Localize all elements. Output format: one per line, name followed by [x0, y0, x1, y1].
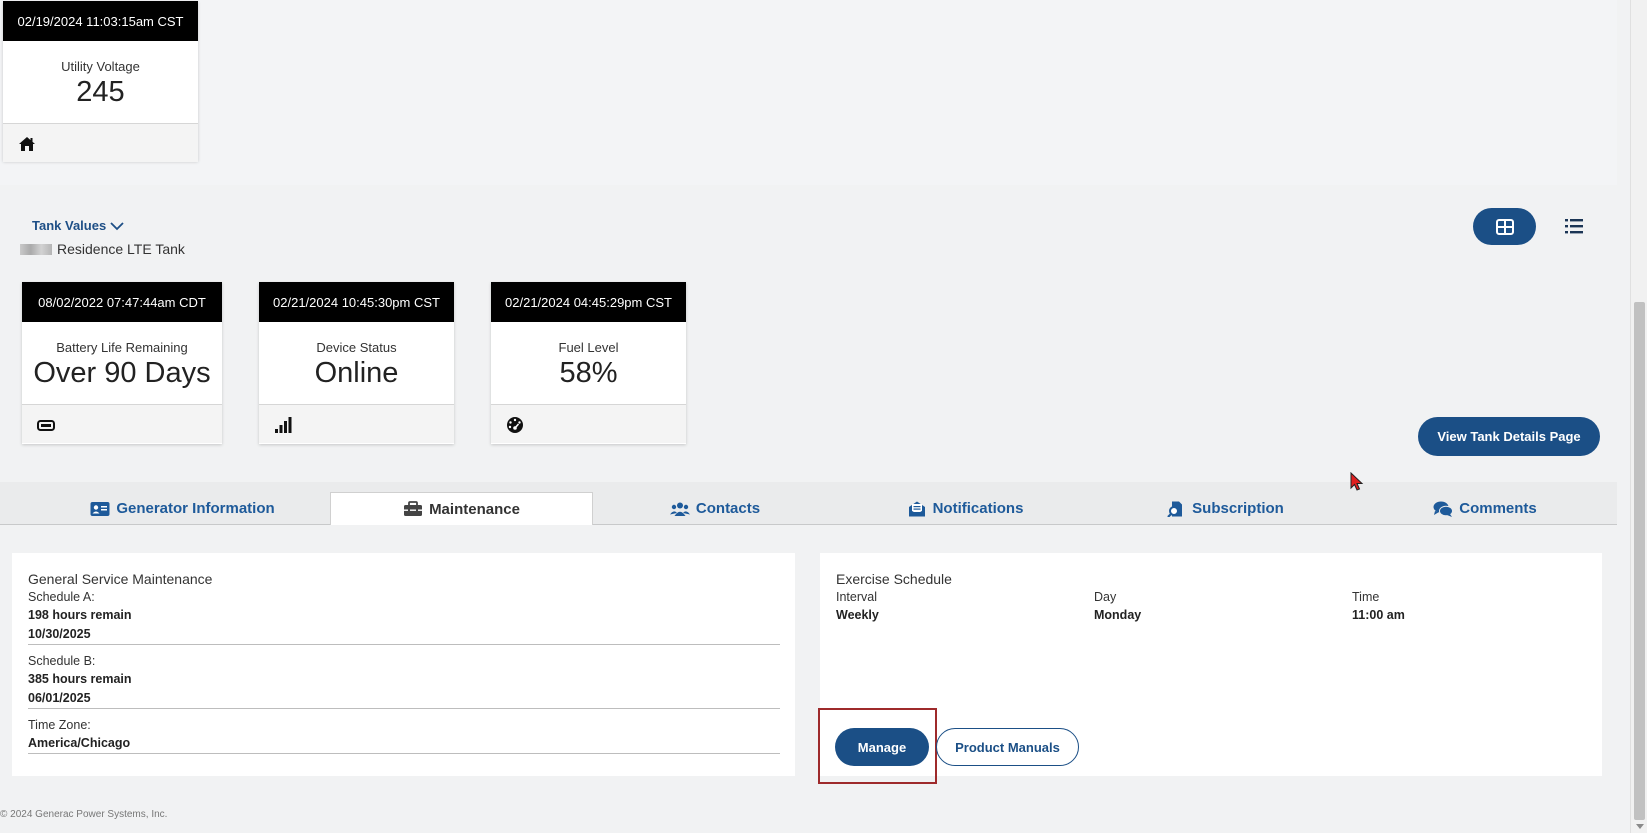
divider: [28, 644, 780, 645]
tank-values-toggle[interactable]: Tank Values: [32, 218, 124, 233]
tab-label: Maintenance: [429, 500, 520, 518]
chevron-down-icon: [110, 221, 124, 230]
vertical-scrollbar[interactable]: [1630, 0, 1647, 833]
interval-field: Interval Weekly: [836, 590, 879, 622]
time-field: Time 11:00 am: [1352, 590, 1405, 622]
home-icon: [19, 137, 35, 151]
fuel-level-card: 02/21/2024 04:45:29pm CST Fuel Level 58%: [491, 282, 686, 444]
divider: [28, 708, 780, 709]
schedule-a-date: 10/30/2025: [28, 627, 91, 641]
id-card-icon: [90, 501, 110, 516]
tank-name: Residence LTE Tank: [20, 241, 185, 257]
card-label: Device Status: [316, 340, 397, 355]
gauge-icon: [507, 417, 523, 433]
schedule-b-label: Schedule B:: [28, 654, 96, 668]
card-timestamp: 02/19/2024 11:03:15am CST: [3, 1, 198, 41]
list-view-icon[interactable]: [1564, 216, 1584, 236]
panel-title: General Service Maintenance: [28, 571, 213, 587]
card-footer: [259, 404, 454, 443]
redacted-block: [20, 243, 52, 255]
general-service-maintenance-panel: General Service Maintenance Schedule A: …: [12, 553, 795, 776]
tank-name-label: Residence LTE Tank: [57, 241, 185, 257]
device-status-card: 02/21/2024 10:45:30pm CST Device Status …: [259, 282, 454, 444]
view-tank-details-button[interactable]: View Tank Details Page: [1418, 417, 1600, 456]
status-cards-area: 02/19/2024 11:03:15am CST Utility Voltag…: [0, 0, 1617, 185]
card-label: Utility Voltage: [61, 59, 140, 74]
utility-voltage-card: 02/19/2024 11:03:15am CST Utility Voltag…: [3, 1, 198, 162]
users-icon: [669, 502, 690, 516]
day-value: Monday: [1094, 608, 1142, 622]
scroll-down-arrow-icon[interactable]: [1636, 824, 1644, 829]
card-value: 245: [76, 76, 125, 108]
tab-comments[interactable]: Comments: [1390, 492, 1580, 525]
tab-label: Comments: [1459, 500, 1537, 517]
tab-label: Subscription: [1192, 500, 1284, 517]
card-label: Fuel Level: [558, 340, 619, 355]
tab-label: Generator Information: [116, 500, 275, 517]
card-body: Utility Voltage 245: [3, 41, 198, 123]
card-body: Battery Life Remaining Over 90 Days: [22, 322, 222, 404]
tab-subscription[interactable]: Subscription: [1130, 492, 1320, 525]
tab-contacts[interactable]: Contacts: [620, 492, 810, 525]
timezone-label: Time Zone:: [28, 718, 91, 732]
interval-value: Weekly: [836, 608, 879, 622]
time-value: 11:00 am: [1352, 608, 1405, 622]
schedule-a-label: Schedule A:: [28, 590, 95, 604]
card-body: Fuel Level 58%: [491, 322, 686, 404]
tab-notifications[interactable]: Notifications: [870, 492, 1060, 525]
signal-icon: [275, 417, 292, 433]
schedule-b-date: 06/01/2025: [28, 691, 91, 705]
battery-life-card: 08/02/2022 07:47:44am CDT Battery Life R…: [22, 282, 222, 444]
schedule-a-hours: 198 hours remain: [28, 608, 132, 622]
card-timestamp: 08/02/2022 07:47:44am CDT: [22, 282, 222, 322]
day-field: Day Monday: [1094, 590, 1141, 622]
card-footer: [491, 404, 686, 443]
grid-view-icon: [1495, 218, 1514, 235]
tab-maintenance[interactable]: Maintenance: [330, 492, 593, 525]
timezone-value: America/Chicago: [28, 736, 131, 750]
envelope-open-icon: [908, 501, 925, 516]
file-search-icon: [1167, 501, 1183, 517]
schedule-b-hours: 385 hours remain: [28, 672, 132, 686]
time-label: Time: [1352, 590, 1380, 604]
grid-view-button[interactable]: [1473, 208, 1536, 245]
product-manuals-button[interactable]: Product Manuals: [936, 728, 1079, 766]
card-timestamp: 02/21/2024 04:45:29pm CST: [491, 282, 686, 322]
card-footer: [22, 404, 222, 443]
card-footer: [3, 123, 198, 162]
tab-label: Notifications: [932, 500, 1024, 517]
panel-title: Exercise Schedule: [836, 571, 952, 587]
card-value: 58%: [559, 357, 618, 389]
card-label: Battery Life Remaining: [56, 340, 188, 355]
toolbox-icon: [404, 501, 423, 516]
card-timestamp: 02/21/2024 10:45:30pm CST: [259, 282, 454, 322]
tank-values-label: Tank Values: [32, 218, 107, 233]
comments-icon: [1433, 501, 1454, 517]
tab-label: Contacts: [695, 500, 761, 517]
scrollbar-thumb[interactable]: [1634, 302, 1645, 820]
card-value: Online: [314, 357, 399, 389]
card-value: Over 90 Days: [33, 357, 211, 389]
copyright-footer: © 2024 Generac Power Systems, Inc.: [0, 809, 168, 820]
day-label: Day: [1094, 590, 1117, 604]
tab-generator-information[interactable]: Generator Information: [40, 492, 325, 525]
tab-bar: Generator Information Maintenance Contac…: [0, 482, 1617, 525]
manage-button[interactable]: Manage: [835, 728, 929, 766]
tank-section: Tank Values Residence LTE Tank 08/02/202…: [0, 190, 1617, 480]
card-body: Device Status Online: [259, 322, 454, 404]
interval-label: Interval: [836, 590, 877, 604]
divider: [28, 753, 780, 754]
battery-icon: [37, 420, 55, 431]
mouse-cursor-icon: [1350, 472, 1364, 491]
